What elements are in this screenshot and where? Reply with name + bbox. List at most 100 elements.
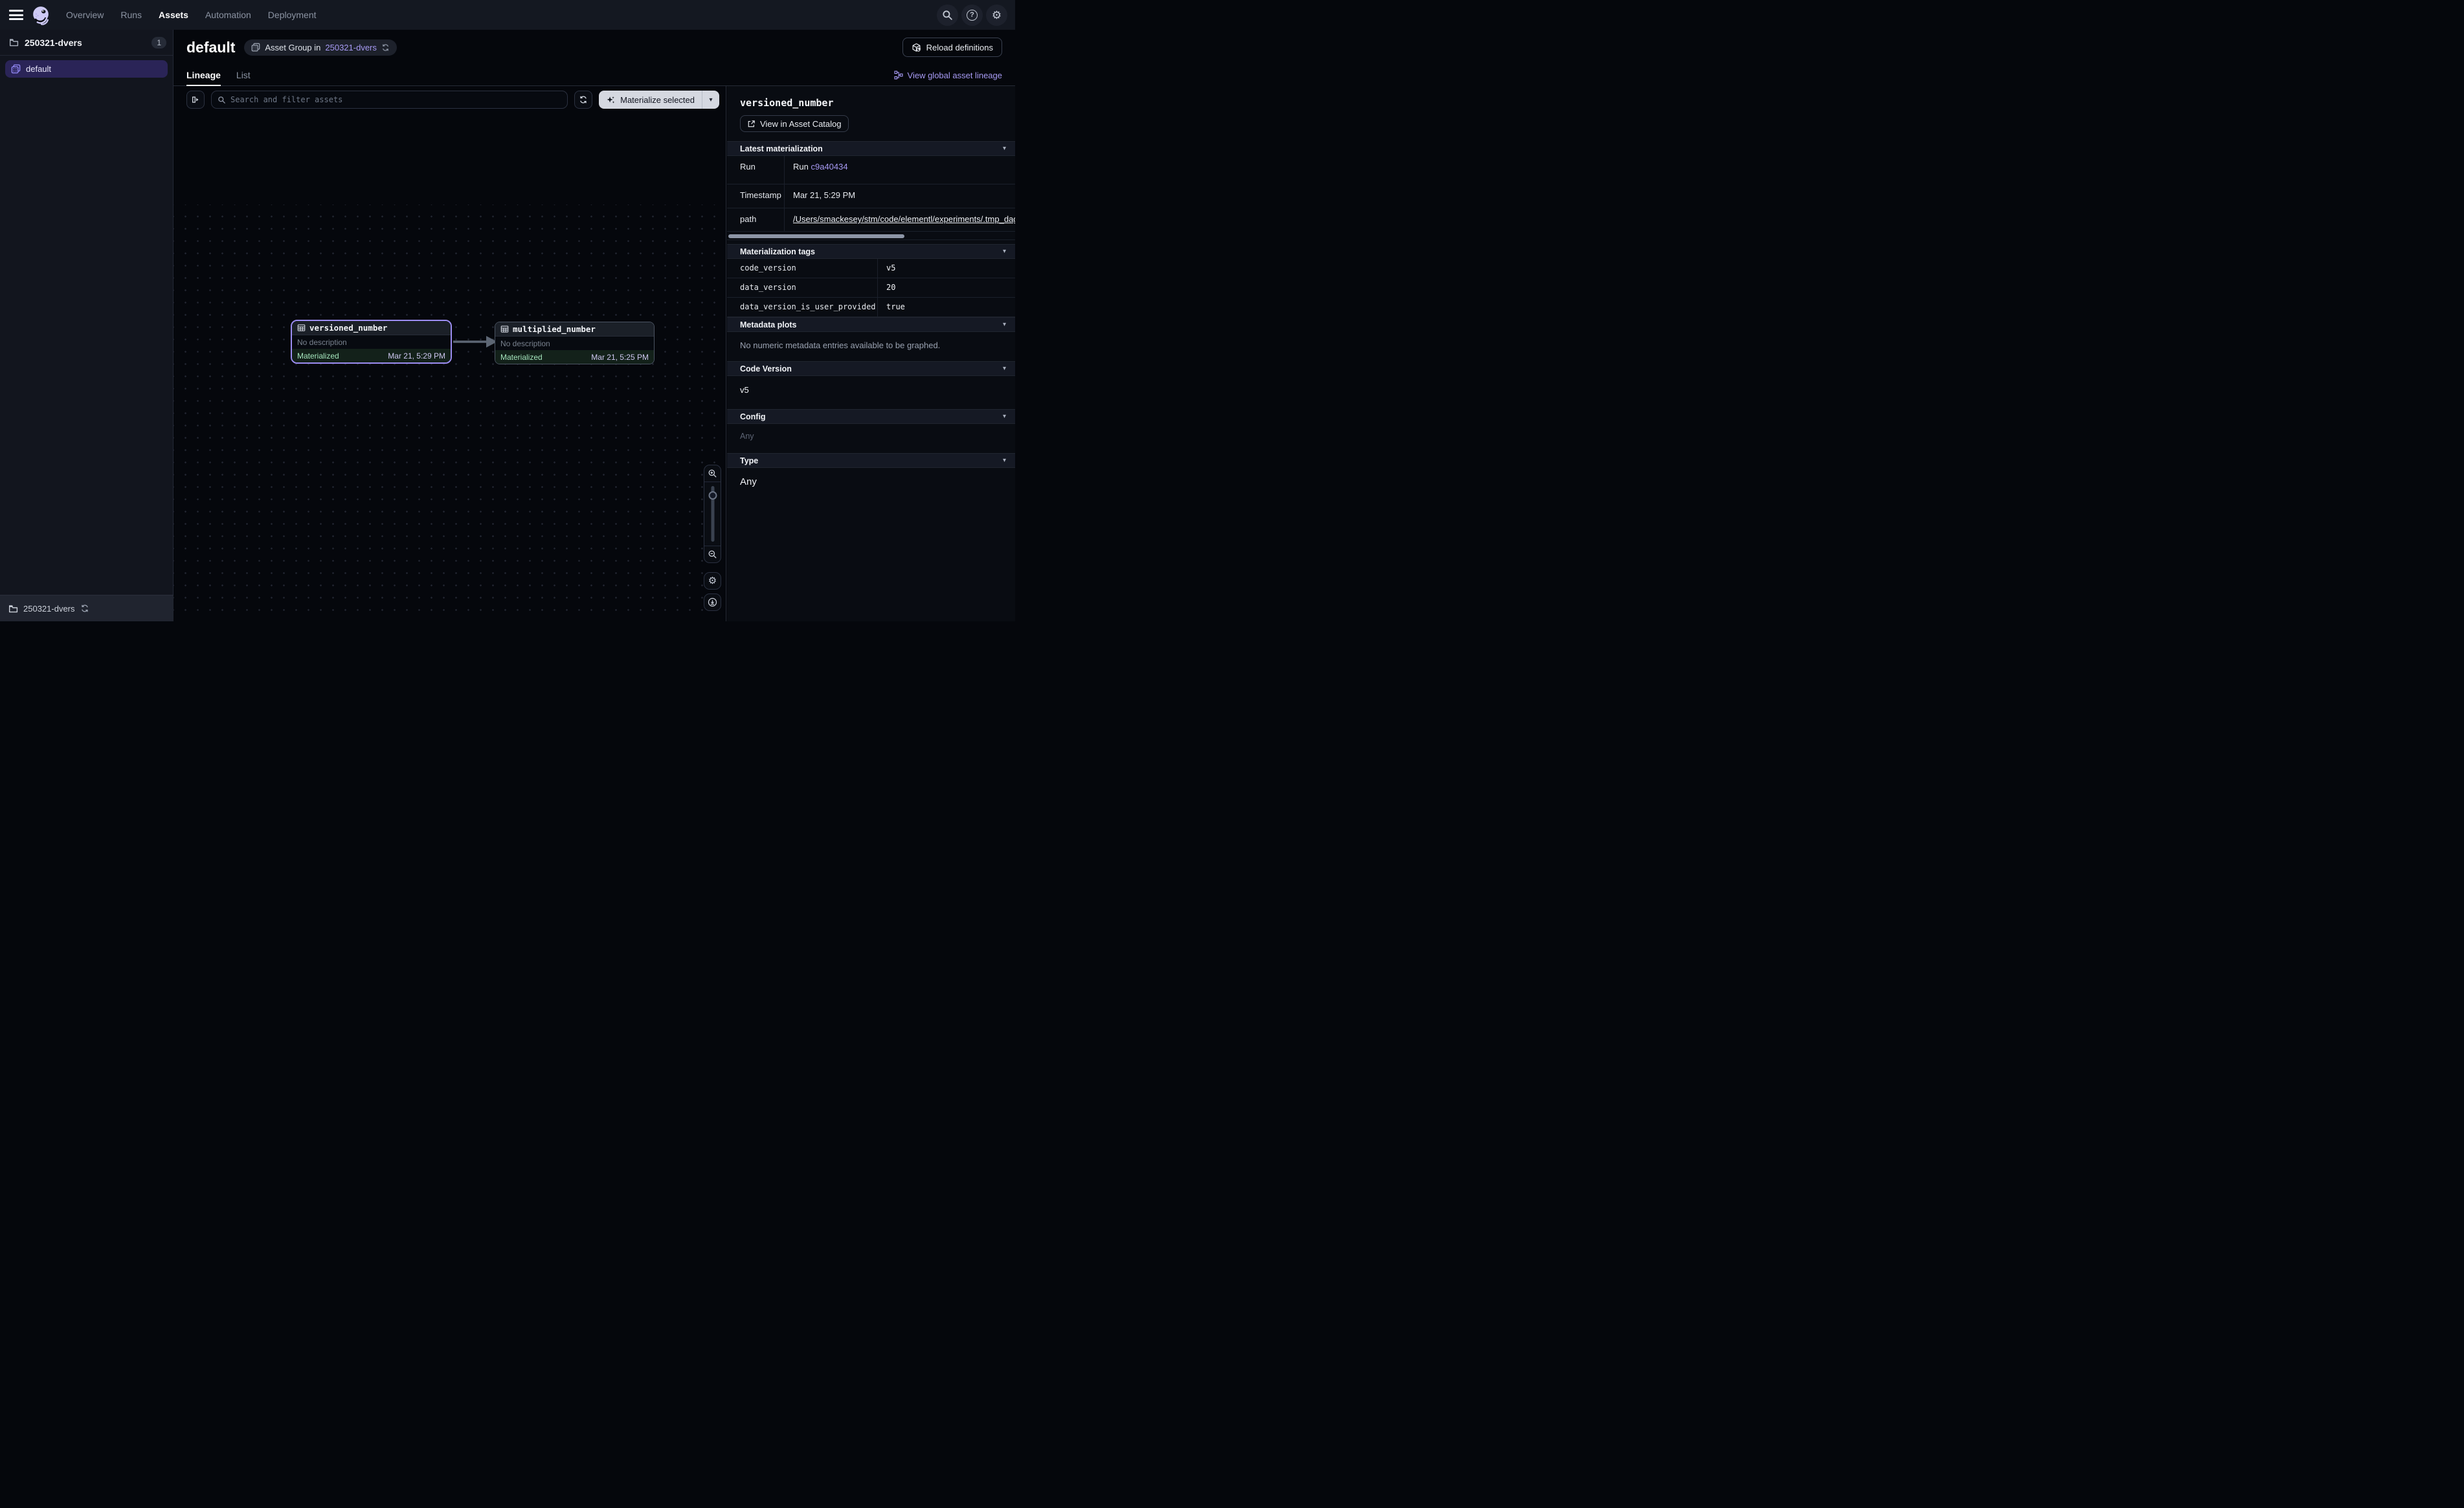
tag-key: data_version_is_user_provided xyxy=(727,298,878,316)
sidebar-group-label: 250321-dvers xyxy=(25,38,151,48)
refresh-graph-button[interactable] xyxy=(574,91,592,109)
lineage-toolbar: Materialize selected ▾ xyxy=(174,91,726,109)
section-latest-materialization[interactable]: Latest materialization ▾ xyxy=(727,141,1015,156)
chevron-down-icon[interactable]: ▾ xyxy=(1003,248,1006,255)
nav-overview[interactable]: Overview xyxy=(66,10,104,20)
badge-group-link[interactable]: 250321-dvers xyxy=(325,43,377,52)
refresh-icon[interactable] xyxy=(80,604,89,613)
zoom-slider-thumb[interactable] xyxy=(708,491,717,500)
chevron-down-icon[interactable]: ▾ xyxy=(1003,457,1006,464)
section-type[interactable]: Type ▾ xyxy=(727,453,1015,468)
top-nav-actions: ? ⚙ xyxy=(937,5,1007,26)
table-row: path /Users/smackesey/stm/code/elementl/… xyxy=(727,208,1015,232)
tab-list[interactable]: List xyxy=(236,65,251,85)
group-count-badge: 1 xyxy=(151,37,166,49)
section-materialization-tags[interactable]: Materialization tags ▾ xyxy=(727,244,1015,259)
chevron-down-icon[interactable]: ▾ xyxy=(1003,321,1006,328)
table-row: code_version v5 xyxy=(727,259,1015,278)
section-title: Materialization tags xyxy=(740,247,1003,256)
nav-deployment[interactable]: Deployment xyxy=(268,10,317,20)
settings-button[interactable]: ⚙ xyxy=(986,5,1007,26)
section-metadata-plots[interactable]: Metadata plots ▾ xyxy=(727,317,1015,332)
reload-definitions-button[interactable]: Reload definitions xyxy=(902,38,1002,57)
tag-value: v5 xyxy=(878,259,1015,278)
code-location-footer[interactable]: 250321-dvers xyxy=(0,595,174,621)
dagster-logo-icon[interactable] xyxy=(30,4,52,26)
asset-node-versioned-number[interactable]: versioned_number No description Material… xyxy=(291,320,452,364)
nav-runs[interactable]: Runs xyxy=(120,10,142,20)
download-graph-button[interactable] xyxy=(704,593,721,611)
table-row: data_version 20 xyxy=(727,278,1015,298)
lineage-graph-icon xyxy=(894,71,903,80)
graph-settings-button[interactable]: ⚙ xyxy=(704,572,721,590)
asset-detail-title: versioned_number xyxy=(727,86,1015,115)
row-value: Run c9a40434 xyxy=(785,156,1015,184)
row-label: path xyxy=(727,208,785,231)
help-button[interactable]: ? xyxy=(961,5,983,26)
materialize-selected-button[interactable]: Materialize selected ▾ xyxy=(599,91,719,109)
asset-status-row: Materialized Mar 21, 5:29 PM xyxy=(292,349,451,362)
materialized-status: Materialized xyxy=(500,353,543,362)
nav-automation[interactable]: Automation xyxy=(205,10,251,20)
row-value: Mar 21, 5:29 PM xyxy=(785,184,1015,208)
section-title: Metadata plots xyxy=(740,320,1003,329)
view-global-lineage-label: View global asset lineage xyxy=(908,71,1002,80)
search-button[interactable] xyxy=(937,5,958,26)
materialize-sparkle-icon xyxy=(606,95,616,105)
section-code-version[interactable]: Code Version ▾ xyxy=(727,361,1015,376)
tag-value: true xyxy=(878,298,1015,316)
horizontal-scrollbar-track[interactable] xyxy=(727,232,1015,240)
sidebar-group-row[interactable]: 250321-dvers 1 xyxy=(0,30,173,56)
zoom-slider[interactable] xyxy=(704,482,721,546)
open-panel-button[interactable] xyxy=(186,91,205,109)
config-value: Any xyxy=(727,424,1015,453)
chevron-down-icon[interactable]: ▾ xyxy=(1003,145,1006,152)
tag-value: 20 xyxy=(878,278,1015,297)
materialize-dropdown-caret[interactable]: ▾ xyxy=(702,96,719,104)
external-link-icon xyxy=(747,120,756,128)
zoom-control-group xyxy=(704,465,721,563)
asset-node-header: versioned_number xyxy=(292,321,451,335)
menu-icon[interactable] xyxy=(9,10,23,20)
section-config[interactable]: Config ▾ xyxy=(727,409,1015,424)
refresh-icon[interactable] xyxy=(381,43,390,52)
view-in-asset-catalog-button[interactable]: View in Asset Catalog xyxy=(740,115,849,132)
nav-assets[interactable]: Assets xyxy=(159,10,188,20)
zoom-out-button[interactable] xyxy=(704,546,721,562)
horizontal-scrollbar[interactable] xyxy=(728,234,904,238)
sidebar-item-label: default xyxy=(26,64,51,74)
zoom-out-icon xyxy=(708,549,717,559)
search-input[interactable] xyxy=(230,95,561,104)
zoom-in-icon xyxy=(708,469,717,478)
tag-key: code_version xyxy=(727,259,878,278)
refresh-icon xyxy=(579,95,588,104)
metadata-plots-empty-text: No numeric metadata entries available to… xyxy=(727,332,1015,361)
chevron-down-icon[interactable]: ▾ xyxy=(1003,365,1006,372)
asset-search-box[interactable] xyxy=(211,91,568,109)
tag-key: data_version xyxy=(727,278,878,297)
section-title: Code Version xyxy=(740,364,1003,373)
asset-group-badge[interactable]: Asset Group in 250321-dvers xyxy=(244,39,397,56)
tab-lineage[interactable]: Lineage xyxy=(186,65,221,85)
asset-node-multiplied-number[interactable]: multiplied_number No description Materia… xyxy=(495,322,655,364)
tabs-row: Lineage List View global asset lineage xyxy=(174,65,1015,86)
table-row: data_version_is_user_provided true xyxy=(727,298,1015,317)
asset-details-panel: versioned_number View in Asset Catalog L… xyxy=(727,86,1015,621)
badge-prefix: Asset Group in xyxy=(265,43,320,52)
dagster-app: Overview Runs Assets Automation Deployme… xyxy=(0,0,1015,621)
latest-materialization-table: Run Run c9a40434 Timestamp Mar 21, 5:29 … xyxy=(727,156,1015,232)
view-global-lineage-link[interactable]: View global asset lineage xyxy=(894,71,1002,80)
row-label: Run xyxy=(727,156,785,184)
lineage-canvas[interactable]: Materialize selected ▾ versioned_ xyxy=(174,86,726,621)
chevron-down-icon[interactable]: ▾ xyxy=(1003,413,1006,420)
path-link[interactable]: /Users/smackesey/stm/code/elementl/exper… xyxy=(793,214,1015,224)
run-id-link[interactable]: c9a40434 xyxy=(811,162,847,172)
help-icon: ? xyxy=(967,10,978,21)
sidebar-item-default[interactable]: default xyxy=(5,60,168,78)
materialized-status: Materialized xyxy=(297,351,339,360)
zoom-in-button[interactable] xyxy=(704,465,721,482)
folder-icon xyxy=(9,38,19,47)
asset-status-row: Materialized Mar 21, 5:25 PM xyxy=(495,350,654,364)
table-row: Timestamp Mar 21, 5:29 PM xyxy=(727,184,1015,208)
materialized-timestamp: Mar 21, 5:29 PM xyxy=(388,351,445,360)
